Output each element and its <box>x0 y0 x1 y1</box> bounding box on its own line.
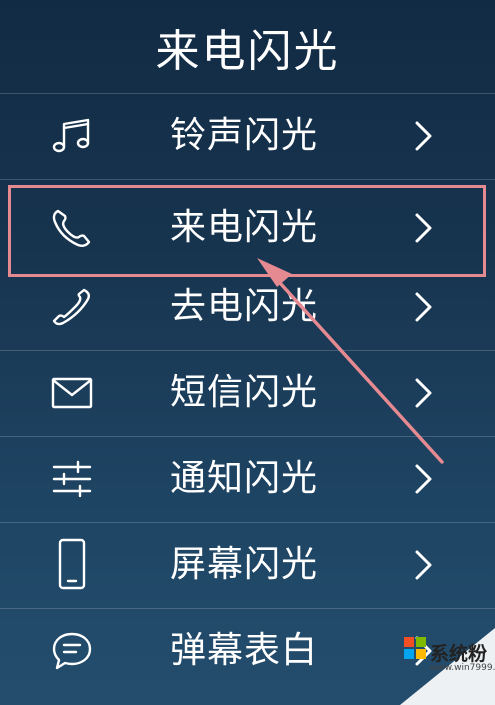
menu-item-label: 弹幕表白 <box>170 630 319 671</box>
menu-item-outgoing-call-flash[interactable]: 去电闪光 <box>0 264 495 350</box>
chevron-right-icon <box>415 121 432 151</box>
page-title: 来电闪光 <box>155 25 340 77</box>
menu-divider <box>0 179 495 180</box>
menu-item-label: 屏幕闪光 <box>170 544 319 585</box>
page-header: 来电闪光 <box>0 0 495 93</box>
menu-item-sms-flash[interactable]: 短信闪光 <box>0 350 495 436</box>
menu-item-screen-flash[interactable]: 屏幕闪光 <box>0 522 495 608</box>
phone-outgoing-icon <box>48 286 96 328</box>
envelope-icon <box>48 372 96 414</box>
menu-item-notification-flash[interactable]: 通知闪光 <box>0 436 495 522</box>
chevron-right-icon <box>415 550 432 580</box>
menu-item-label: 通知闪光 <box>170 458 319 499</box>
site-watermark: 系统粉 www.win7999.com <box>400 628 495 705</box>
smartphone-icon <box>48 536 96 592</box>
watermark-url: www.win7999.com <box>430 663 495 673</box>
sliders-icon <box>48 458 96 500</box>
menu-item-label: 短信闪光 <box>170 372 319 413</box>
chevron-right-icon <box>415 464 432 494</box>
menu-item-label: 铃声闪光 <box>170 115 319 156</box>
menu-item-label: 去电闪光 <box>170 286 319 327</box>
chevron-right-icon <box>415 378 432 408</box>
chat-bubble-icon <box>48 630 96 672</box>
chevron-right-icon <box>415 292 432 322</box>
windows-logo-icon <box>404 637 426 659</box>
watermark-text: 系统粉 <box>430 643 488 665</box>
menu-item-ringtone-flash[interactable]: 铃声闪光 <box>0 93 495 179</box>
music-note-icon <box>48 115 96 157</box>
